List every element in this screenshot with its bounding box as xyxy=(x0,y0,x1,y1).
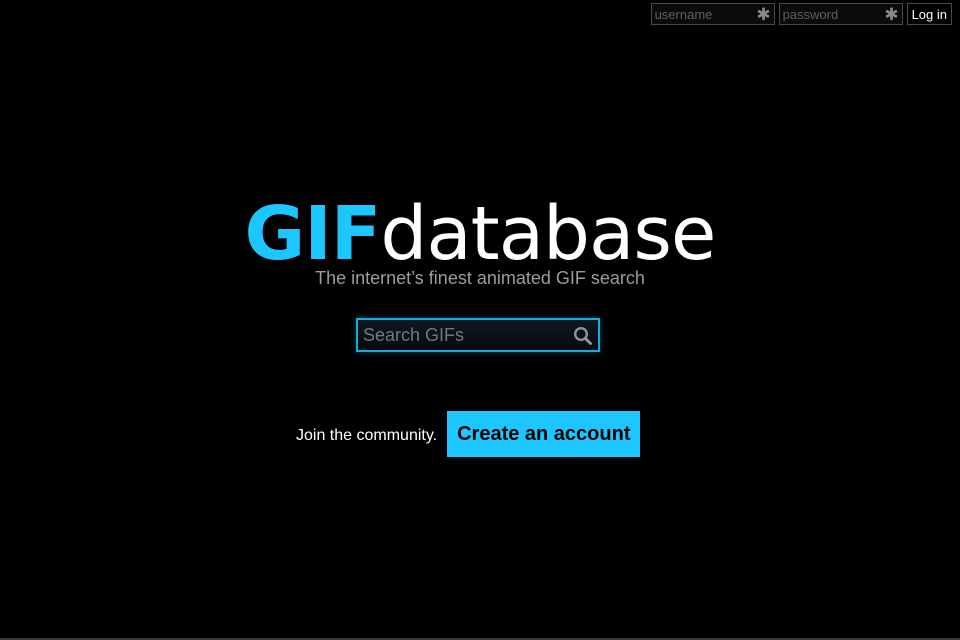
login-button[interactable]: Log in xyxy=(906,3,952,25)
password-input[interactable] xyxy=(779,4,902,24)
login-bar: ✱ ✱ Log in xyxy=(650,3,952,25)
asterisk-icon: ✱ xyxy=(756,5,771,25)
asterisk-icon: ✱ xyxy=(884,5,899,25)
join-row: Join the community. Create an account xyxy=(296,411,641,457)
username-field-wrapper: ✱ xyxy=(650,3,775,25)
page: ✱ ✱ Log in GIFdatabase The internet’s fi… xyxy=(0,0,960,640)
username-input[interactable] xyxy=(651,4,774,24)
logo-database-text: database xyxy=(380,191,716,277)
join-text: Join the community. xyxy=(296,426,438,444)
search-input[interactable] xyxy=(358,320,598,350)
search-icon[interactable] xyxy=(573,326,593,346)
create-account-button[interactable]: Create an account xyxy=(447,411,641,457)
logo-gif-text: GIF xyxy=(244,191,382,277)
password-field-wrapper: ✱ xyxy=(778,3,903,25)
search-box xyxy=(356,318,600,352)
tagline: The internet’s finest animated GIF searc… xyxy=(315,268,645,288)
